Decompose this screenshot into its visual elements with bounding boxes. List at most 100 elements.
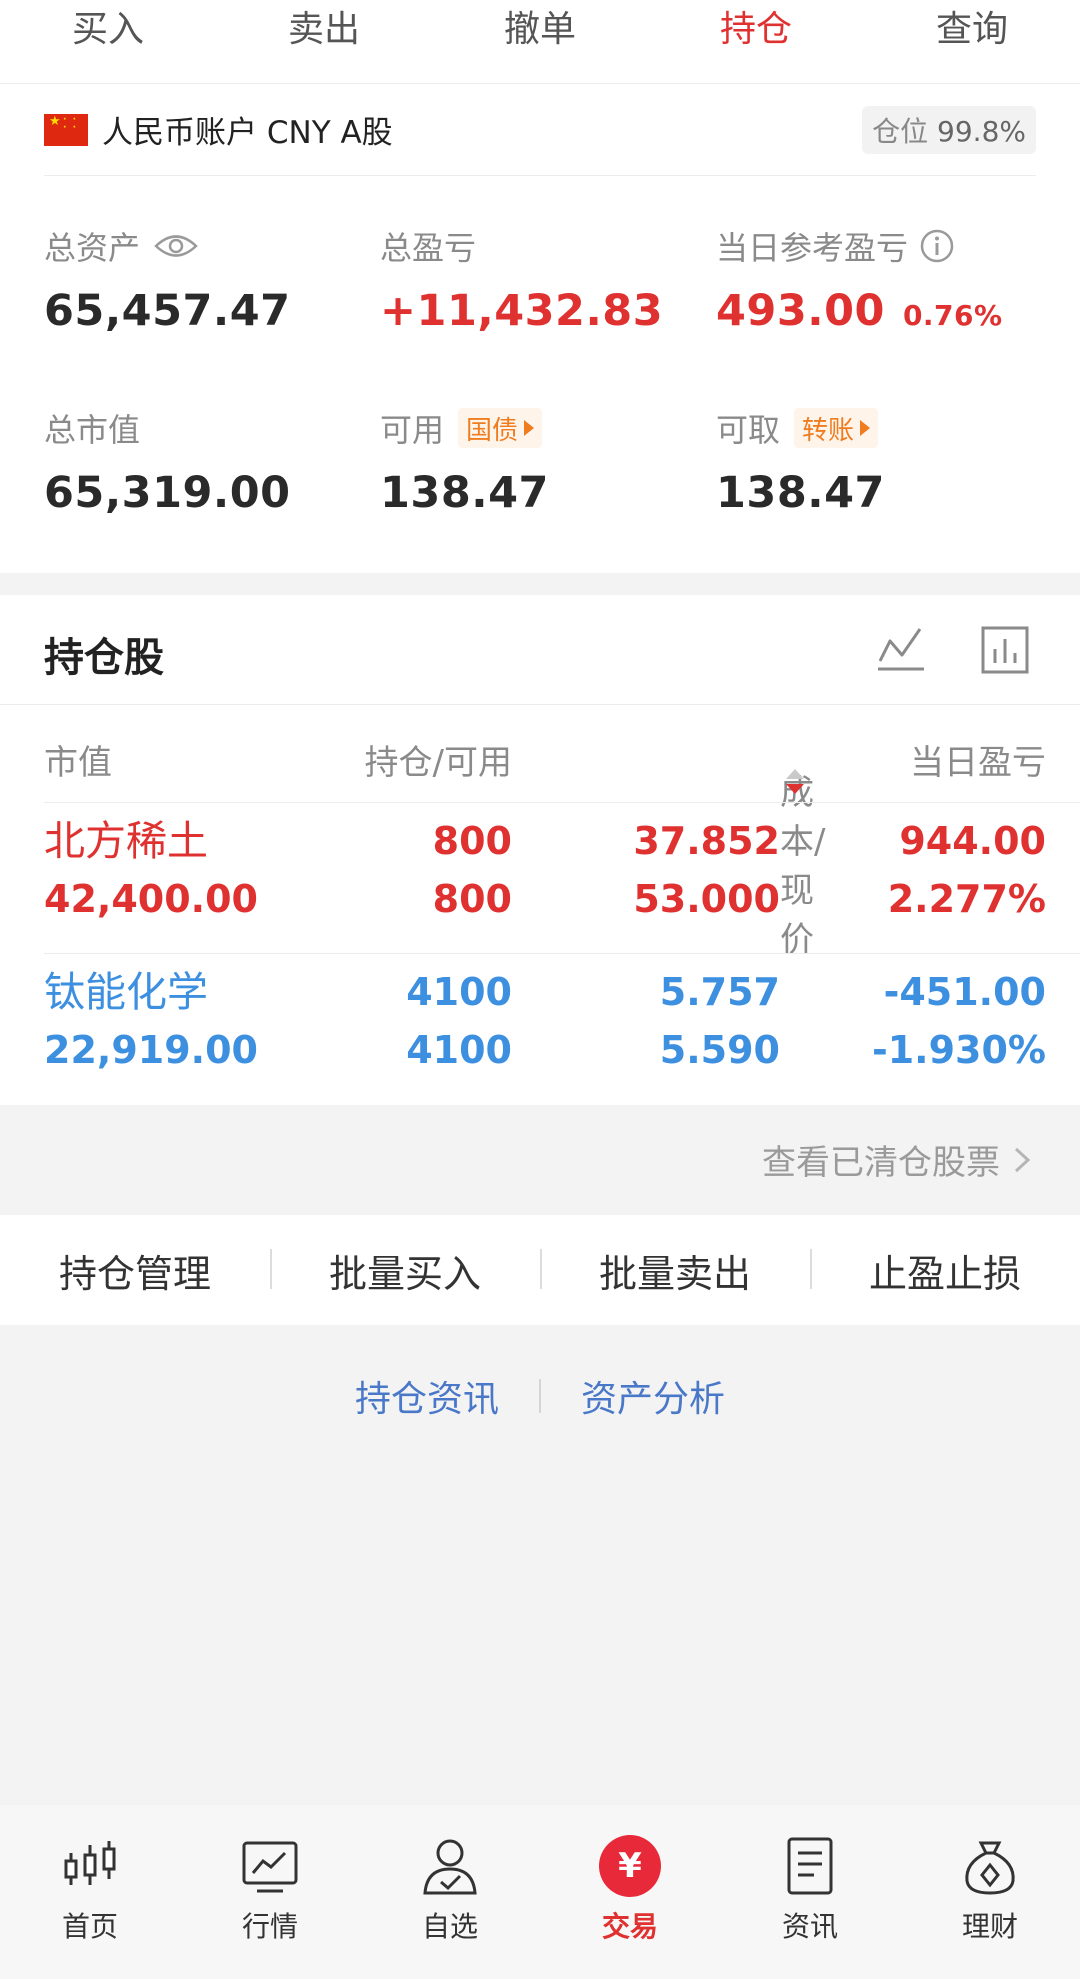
- play-arrow-icon: [524, 420, 535, 436]
- bar-chart-icon[interactable]: [980, 625, 1030, 675]
- tab-cancel-order[interactable]: 撤单: [432, 0, 648, 83]
- top-tab-bar: 买入 卖出 撤单 持仓 查询: [0, 0, 1080, 107]
- treasury-bond-chip[interactable]: 国债: [458, 408, 543, 448]
- withdrawable-funds: 可取 转账 138.47: [716, 406, 885, 518]
- position-label: 仓位: [872, 114, 929, 148]
- bottom-navigation: 首页 行情 自选 ¥ 交易 资讯 理财: [0, 1805, 1080, 1979]
- withdrawable-value: 138.47: [716, 468, 885, 518]
- holding-name-cell: 钛能化学 22,919.00: [44, 963, 258, 1079]
- stock-cost: 37.852: [633, 819, 780, 863]
- total-pnl-value: +11,432.83: [380, 286, 664, 336]
- holding-price-cell: 37.852 53.000: [633, 812, 780, 928]
- manage-holdings-button[interactable]: 持仓管理: [0, 1243, 270, 1298]
- available-label: 可用: [380, 411, 445, 449]
- nav-trade-label: 交易: [601, 1910, 658, 1943]
- holding-news-link[interactable]: 持仓资讯: [315, 1370, 539, 1422]
- account-selector[interactable]: 人民币账户 CNY A股 仓位 99.8%: [44, 84, 1036, 176]
- stock-market-value: 42,400.00: [44, 877, 258, 921]
- position-ratio-badge: 仓位 99.8%: [862, 105, 1036, 154]
- stock-available: 4100: [406, 1028, 512, 1072]
- today-pnl-label: 当日参考盈亏: [716, 229, 909, 267]
- available-funds: 可用 国债 138.47: [380, 406, 549, 518]
- col-today-pnl: 当日盈亏: [910, 743, 1046, 783]
- candlestick-icon: [64, 1841, 116, 1885]
- stock-pnl-percent: 2.277%: [887, 877, 1046, 921]
- nav-market[interactable]: 行情: [180, 1805, 360, 1979]
- view-cleared-stocks-label: 查看已清仓股票: [762, 1143, 1000, 1183]
- play-arrow-icon: [860, 420, 871, 436]
- stock-name: 钛能化学: [44, 968, 208, 1016]
- info-icon[interactable]: [920, 229, 954, 263]
- total-assets: 总资产 65,457.47: [44, 224, 291, 336]
- total-assets-label: 总资产: [44, 229, 141, 267]
- holding-position-cell: 4100 4100: [406, 963, 512, 1079]
- nav-trade[interactable]: ¥ 交易: [540, 1805, 720, 1979]
- tab-buy[interactable]: 买入: [0, 0, 216, 83]
- money-bag-icon: [965, 1841, 1015, 1895]
- total-assets-value: 65,457.47: [44, 286, 291, 336]
- divider: [44, 802, 1080, 803]
- yen-icon: ¥: [599, 1835, 661, 1897]
- holdings-title: 持仓股: [44, 635, 164, 681]
- stock-position: 800: [432, 819, 512, 863]
- view-cleared-stocks-link[interactable]: 查看已清仓股票: [762, 1135, 1030, 1184]
- today-pnl-value: 493.00: [716, 286, 885, 336]
- today-pnl: 当日参考盈亏 493.00 0.76%: [716, 224, 1003, 336]
- nav-news[interactable]: 资讯: [720, 1805, 900, 1979]
- stock-available: 800: [432, 877, 512, 921]
- batch-buy-button[interactable]: 批量买入: [270, 1243, 540, 1298]
- tab-query[interactable]: 查询: [864, 0, 1080, 83]
- batch-sell-button[interactable]: 批量卖出: [540, 1243, 810, 1298]
- holding-position-cell: 800 800: [433, 812, 512, 928]
- holdings-header: 持仓股: [0, 595, 1080, 705]
- holdings-column-headers: 市值 持仓/可用 成本/现价 当日盈亏: [0, 705, 1080, 960]
- holdings-card: 持仓股 市值 持仓/可用 成本/现价 当日盈亏 北方稀土 42,400.00 8…: [0, 595, 1080, 1105]
- nav-news-label: 资讯: [781, 1910, 838, 1943]
- tab-holdings[interactable]: 持仓: [648, 0, 864, 107]
- divider: [44, 953, 1080, 954]
- info-links: 持仓资讯 资产分析: [0, 1370, 1080, 1422]
- treasury-bond-chip-label: 国债: [466, 415, 519, 446]
- take-profit-stop-loss-button[interactable]: 止盈止损: [810, 1243, 1080, 1298]
- available-value: 138.47: [380, 468, 549, 518]
- total-pnl-label: 总盈亏: [380, 229, 477, 267]
- stock-pnl: -451.00: [883, 970, 1046, 1014]
- tab-sell[interactable]: 卖出: [216, 0, 432, 83]
- nav-home[interactable]: 首页: [0, 1805, 180, 1979]
- china-flag-icon: [44, 113, 88, 146]
- holding-pnl-cell: -451.00 -1.930%: [872, 963, 1046, 1079]
- eye-icon[interactable]: [154, 231, 198, 261]
- stock-cost: 5.757: [659, 970, 780, 1014]
- stock-position: 4100: [406, 970, 512, 1014]
- document-icon: [787, 1837, 833, 1895]
- position-value: 99.8%: [937, 114, 1026, 148]
- stock-price: 5.590: [659, 1028, 780, 1072]
- col-market-value: 市值: [44, 743, 112, 783]
- nav-watchlist[interactable]: 自选: [360, 1805, 540, 1979]
- stock-pnl: 944.00: [899, 819, 1046, 863]
- today-pnl-percent: 0.76%: [902, 299, 1003, 332]
- holding-pnl-cell: 944.00 2.277%: [888, 812, 1046, 928]
- nav-wealth-label: 理财: [961, 1910, 1018, 1943]
- holding-actions-bar: 持仓管理 批量买入 批量卖出 止盈止损: [0, 1215, 1080, 1325]
- today-pnl-value-row: 493.00 0.76%: [716, 286, 1003, 336]
- nav-wealth[interactable]: 理财: [900, 1805, 1080, 1979]
- holding-row[interactable]: 钛能化学 22,919.00 4100 4100 5.757 5.590 -45…: [0, 963, 1080, 1113]
- stock-price: 53.000: [633, 877, 780, 921]
- withdrawable-label: 可取: [716, 411, 781, 449]
- user-check-icon: [423, 1839, 477, 1895]
- chevron-right-icon: [1014, 1147, 1030, 1172]
- account-label: 人民币账户 CNY A股: [102, 115, 393, 151]
- col-position: 持仓/可用: [364, 743, 512, 783]
- nav-watchlist-label: 自选: [421, 1910, 478, 1943]
- transfer-chip[interactable]: 转账: [794, 408, 879, 448]
- asset-analysis-link[interactable]: 资产分析: [541, 1370, 765, 1422]
- stock-market-value: 22,919.00: [44, 1028, 258, 1072]
- account-summary: 人民币账户 CNY A股 仓位 99.8% 总资产 65,457.47 总盈亏 …: [0, 84, 1080, 573]
- line-chart-icon[interactable]: [876, 625, 926, 675]
- market-chart-icon: [242, 1841, 298, 1893]
- holding-row[interactable]: 北方稀土 42,400.00 800 800 37.852 53.000 944…: [0, 812, 1080, 962]
- holding-price-cell: 5.757 5.590: [660, 963, 780, 1079]
- total-pnl: 总盈亏 +11,432.83: [380, 224, 663, 336]
- transfer-chip-label: 转账: [802, 415, 855, 446]
